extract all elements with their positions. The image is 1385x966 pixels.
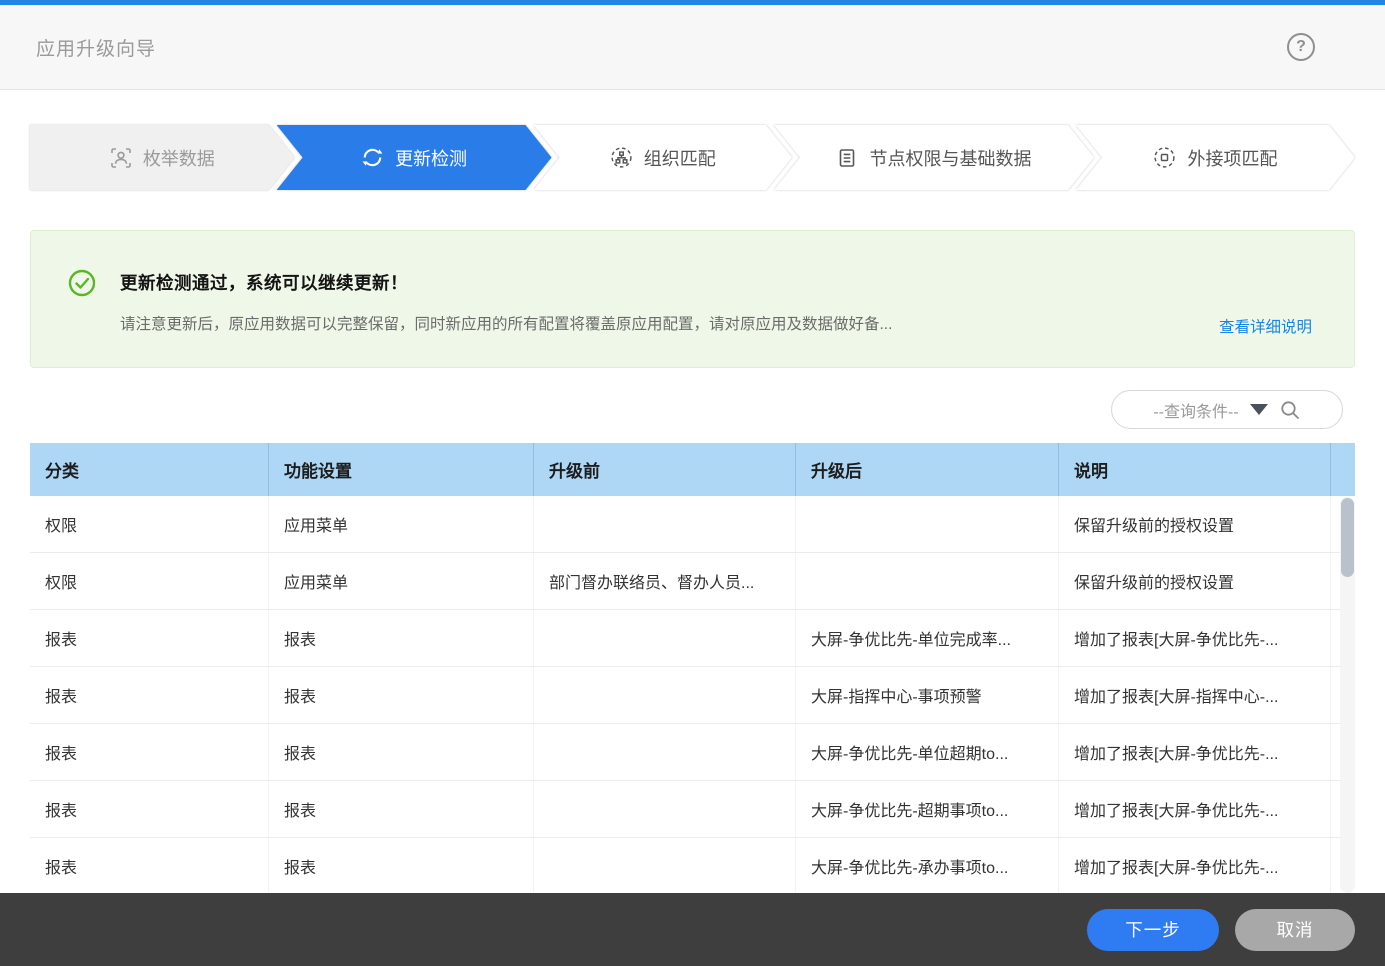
step-shape[interactable]: 组织匹配 xyxy=(534,125,792,190)
column-header: 说明 xyxy=(1058,443,1330,496)
column-header: 功能设置 xyxy=(268,443,533,496)
step-shape[interactable]: 外接项匹配 xyxy=(1076,125,1355,190)
table-cell: 报表 xyxy=(30,797,268,821)
step-shape[interactable]: 更新检测 xyxy=(277,125,552,190)
table-header-row: 分类功能设置升级前升级后说明 xyxy=(30,443,1355,496)
table-cell: 大屏-争优比先-单位超期to... xyxy=(795,724,1058,780)
table-cell: 报表 xyxy=(268,610,533,666)
query-filter-dropdown[interactable]: --查询条件-- xyxy=(1111,390,1343,429)
table-cell: 大屏-指挥中心-事项预警 xyxy=(795,667,1058,723)
wizard-title-bar: 应用升级向导 ? xyxy=(0,5,1385,90)
page-title: 应用升级向导 xyxy=(36,34,156,61)
table-row[interactable]: 权限应用菜单部门督办联络员、督办人员... 保留升级前的授权设置 xyxy=(30,553,1355,610)
table-cell: 增加了报表[大屏-争优比先-... xyxy=(1058,838,1330,893)
table-cell: 报表 xyxy=(268,724,533,780)
step-1-done[interactable]: 枚举数据 xyxy=(30,125,295,190)
step-label: 枚举数据 xyxy=(143,145,215,171)
cancel-button[interactable]: 取消 xyxy=(1235,909,1355,951)
table-cell xyxy=(533,610,795,666)
table-cell: 大屏-争优比先-承办事项to... xyxy=(795,838,1058,893)
step-2-active[interactable]: 更新检测 xyxy=(277,125,552,190)
success-alert: 更新检测通过，系统可以继续更新！ 请注意更新后，原应用数据可以完整保留，同时新应… xyxy=(30,230,1355,368)
table-row[interactable]: 报表报表 大屏-争优比先-单位完成率...增加了报表[大屏-争优比先-... xyxy=(30,610,1355,667)
table-row[interactable]: 权限应用菜单 保留升级前的授权设置 xyxy=(30,496,1355,553)
table-scrollbar-thumb[interactable] xyxy=(1341,498,1354,577)
table-cell: 增加了报表[大屏-争优比先-... xyxy=(1058,610,1330,666)
table-cell xyxy=(533,496,795,552)
table-cell: 增加了报表[大屏-争优比先-... xyxy=(1058,781,1330,837)
next-step-button[interactable]: 下一步 xyxy=(1087,909,1219,951)
check-circle-icon xyxy=(67,268,97,367)
table-cell: 保留升级前的授权设置 xyxy=(1058,496,1330,552)
comparison-table: 分类功能设置升级前升级后说明 权限应用菜单保留升级前的授权设置权限应用菜单部门督… xyxy=(30,443,1355,893)
table-cell xyxy=(795,553,1058,609)
table-cell: 权限 xyxy=(30,569,268,593)
table-cell xyxy=(795,496,1058,552)
table-cell: 增加了报表[大屏-争优比先-... xyxy=(1058,724,1330,780)
step-3-pending[interactable]: 组织匹配 xyxy=(534,125,792,190)
table-cell: 报表 xyxy=(268,838,533,893)
question-mark-icon: ? xyxy=(1296,38,1306,56)
table-cell xyxy=(533,724,795,780)
view-details-link[interactable]: 查看详细说明 xyxy=(1219,315,1312,337)
table-row[interactable]: 报表报表 大屏-争优比先-承办事项to...增加了报表[大屏-争优比先-... xyxy=(30,838,1355,893)
table-cell: 应用菜单 xyxy=(268,553,533,609)
column-header: 升级后 xyxy=(795,443,1058,496)
search-icon[interactable] xyxy=(1279,399,1301,421)
query-filter-label: --查询条件-- xyxy=(1153,398,1238,422)
table-cell: 报表 xyxy=(30,626,268,650)
help-button[interactable]: ? xyxy=(1287,33,1315,61)
table-cell: 增加了报表[大屏-指挥中心-... xyxy=(1058,667,1330,723)
table-cell: 大屏-争优比先-超期事项to... xyxy=(795,781,1058,837)
column-header: 分类 xyxy=(30,457,268,482)
step-label: 外接项匹配 xyxy=(1187,145,1277,171)
query-toolbar: --查询条件-- xyxy=(0,390,1343,429)
table-cell: 保留升级前的授权设置 xyxy=(1058,553,1330,609)
external-item-icon xyxy=(1153,146,1176,169)
caret-down-icon xyxy=(1250,404,1268,415)
table-row[interactable]: 报表报表 大屏-指挥中心-事项预警增加了报表[大屏-指挥中心-... xyxy=(30,667,1355,724)
step-5-pending[interactable]: 外接项匹配 xyxy=(1076,125,1355,190)
step-4-pending[interactable]: 节点权限与基础数据 xyxy=(774,125,1094,190)
table-cell xyxy=(533,838,795,893)
table-cell: 报表 xyxy=(268,781,533,837)
table-body: 权限应用菜单保留升级前的授权设置权限应用菜单部门督办联络员、督办人员...保留升… xyxy=(30,496,1355,893)
alert-description: 请注意更新后，原应用数据可以完整保留，同时新应用的所有配置将覆盖原应用配置，请对… xyxy=(120,312,892,334)
header-scrollbar-spacer xyxy=(1330,443,1355,496)
node-permission-doc-icon xyxy=(836,147,858,169)
step-label: 节点权限与基础数据 xyxy=(869,145,1031,171)
org-match-icon xyxy=(610,146,633,169)
footer-action-bar: 下一步 取消 xyxy=(0,893,1385,966)
table-cell: 大屏-争优比先-单位完成率... xyxy=(795,610,1058,666)
table-cell: 报表 xyxy=(30,854,268,878)
table-scrollbar-track[interactable] xyxy=(1340,497,1355,893)
step-shape[interactable]: 枚举数据 xyxy=(30,125,295,190)
alert-body: 更新检测通过，系统可以继续更新！ 请注意更新后，原应用数据可以完整保留，同时新应… xyxy=(120,270,892,367)
step-label: 更新检测 xyxy=(395,145,467,171)
table-cell: 报表 xyxy=(268,667,533,723)
table-cell: 部门督办联络员、督办人员... xyxy=(533,553,795,609)
table-row[interactable]: 报表报表 大屏-争优比先-超期事项to...增加了报表[大屏-争优比先-... xyxy=(30,781,1355,838)
step-shape[interactable]: 节点权限与基础数据 xyxy=(774,125,1094,190)
table-cell: 应用菜单 xyxy=(268,496,533,552)
table-cell: 报表 xyxy=(30,740,268,764)
step-indicator: 枚举数据 更新检测 组织匹配 节点权限与基础数据 外接项匹配 xyxy=(30,125,1355,190)
table-cell: 权限 xyxy=(30,512,268,536)
table-cell: 报表 xyxy=(30,683,268,707)
alert-title: 更新检测通过，系统可以继续更新！ xyxy=(120,270,892,295)
table-cell xyxy=(533,781,795,837)
refresh-icon xyxy=(361,146,384,169)
step-label: 组织匹配 xyxy=(644,145,716,171)
table-cell xyxy=(533,667,795,723)
table-row[interactable]: 报表报表 大屏-争优比先-单位超期to...增加了报表[大屏-争优比先-... xyxy=(30,724,1355,781)
enum-data-icon xyxy=(110,147,132,169)
column-header: 升级前 xyxy=(533,443,795,496)
